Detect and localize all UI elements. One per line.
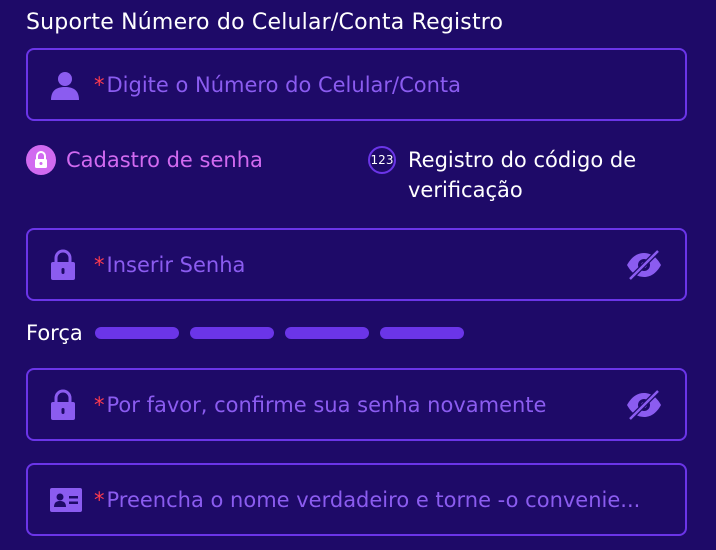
strength-segment — [189, 327, 274, 339]
strength-segment — [379, 327, 464, 339]
strength-segment — [284, 327, 369, 339]
tab-password-register[interactable]: Cadastro de senha — [26, 145, 263, 175]
real-name-placeholder: *Preencha o nome verdadeiro e torne -o c… — [94, 488, 640, 512]
account-placeholder-text: Digite o Número do Celular/Conta — [106, 72, 462, 97]
password-placeholder: *Inserir Senha — [94, 253, 245, 277]
password-placeholder-text: Inserir Senha — [106, 252, 246, 277]
lock-icon — [50, 249, 76, 281]
strength-segment — [94, 327, 179, 339]
strength-label: Força — [26, 321, 83, 345]
required-mark: * — [94, 392, 105, 417]
tab-code-register[interactable]: 123 Registro do código de verificação — [368, 145, 678, 205]
id-card-icon — [50, 487, 82, 512]
account-field[interactable]: *Digite o Número do Celular/Conta — [26, 48, 687, 121]
lock-icon — [26, 145, 56, 175]
lock-icon — [50, 389, 76, 421]
required-mark: * — [94, 487, 105, 512]
password-field[interactable]: *Inserir Senha — [26, 228, 687, 301]
form-title: Suporte Número do Celular/Conta Registro — [26, 10, 504, 35]
real-name-field[interactable]: *Preencha o nome verdadeiro e torne -o c… — [26, 463, 687, 536]
confirm-placeholder-text: Por favor, confirme sua senha novamente — [106, 392, 547, 417]
password-strength: Força — [26, 321, 475, 345]
user-icon — [50, 70, 80, 100]
required-mark: * — [94, 72, 105, 97]
required-mark: * — [94, 252, 105, 277]
number-badge-icon: 123 — [368, 146, 396, 174]
tab-code-register-label: Registro do código de verificação — [408, 148, 637, 202]
eye-off-icon[interactable] — [625, 249, 663, 280]
confirm-password-field[interactable]: *Por favor, confirme sua senha novamente — [26, 368, 687, 441]
eye-off-icon[interactable] — [625, 389, 663, 420]
confirm-placeholder: *Por favor, confirme sua senha novamente — [94, 393, 546, 417]
tab-password-register-label: Cadastro de senha — [66, 148, 263, 172]
account-placeholder: *Digite o Número do Celular/Conta — [94, 73, 461, 97]
real-name-placeholder-text: Preencha o nome verdadeiro e torne -o co… — [106, 487, 641, 512]
